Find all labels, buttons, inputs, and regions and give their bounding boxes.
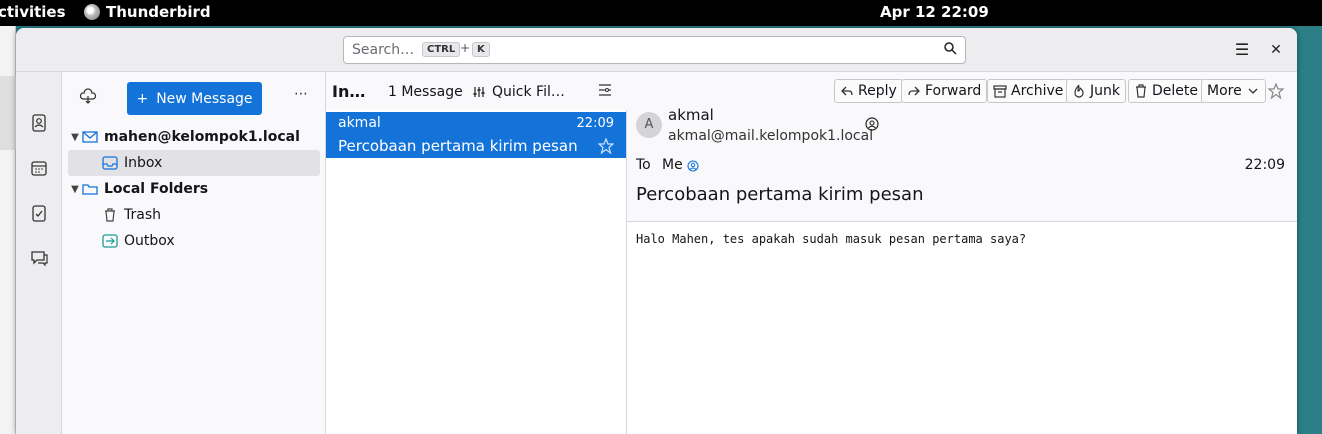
list-options-icon[interactable] xyxy=(597,82,613,98)
message-reader-pane: Reply Forward Archive Junk Delete More A… xyxy=(627,72,1297,434)
junk-button[interactable]: Junk xyxy=(1066,79,1126,103)
search-input[interactable]: Search… CTRL + K xyxy=(343,36,966,64)
local-folders-label: Local Folders xyxy=(104,181,209,197)
reply-icon xyxy=(841,86,853,96)
more-button[interactable]: More xyxy=(1201,79,1266,103)
spaces-toolbar xyxy=(16,72,62,434)
folder-outbox[interactable]: Outbox xyxy=(68,228,320,254)
account-row[interactable]: ▼ mahen@kelompok1.local xyxy=(68,124,320,150)
new-message-button[interactable]: + New Message xyxy=(127,82,262,115)
thunderbird-logo-icon xyxy=(84,4,100,20)
app-name: Thunderbird xyxy=(106,3,211,21)
message-header: Reply Forward Archive Junk Delete More A… xyxy=(627,72,1297,222)
background-window xyxy=(0,26,16,434)
activities-button[interactable]: ctivities xyxy=(0,3,66,21)
calendar-icon xyxy=(31,161,47,176)
get-messages-icon[interactable] xyxy=(79,88,97,106)
reply-label: Reply xyxy=(858,83,897,99)
contact-icon xyxy=(687,160,699,172)
plus-icon: + xyxy=(136,90,149,107)
forward-button[interactable]: Forward xyxy=(901,79,988,103)
trash-icon xyxy=(1136,84,1146,98)
archive-icon xyxy=(993,85,1007,98)
archive-button[interactable]: Archive xyxy=(987,79,1070,103)
quick-filter-label: Quick Fil… xyxy=(492,84,565,100)
background-highlight xyxy=(0,76,16,150)
address-book-button[interactable] xyxy=(29,113,49,133)
sender-name[interactable]: akmal xyxy=(668,106,714,124)
message-list-pane: In… 1 Message Quick Fil… akmal 22:09 Per… xyxy=(326,72,627,434)
message-list-header: In… 1 Message Quick Fil… xyxy=(326,72,627,110)
quick-filter-button[interactable]: Quick Fil… xyxy=(472,84,565,100)
app-menu-button[interactable]: ☰ xyxy=(1232,40,1252,60)
forward-label: Forward xyxy=(925,83,982,99)
inbox-icon xyxy=(102,156,118,170)
chat-button[interactable] xyxy=(29,248,49,268)
junk-fire-icon xyxy=(1074,84,1084,98)
account-mail-icon xyxy=(82,131,98,143)
more-label: More xyxy=(1207,83,1242,99)
system-top-bar: ctivities Thunderbird Apr 12 22:09 xyxy=(0,0,1322,26)
sender-email[interactable]: akmal@mail.kelompok1.local xyxy=(668,128,873,144)
search-placeholder: Search… xyxy=(352,42,415,58)
thunderbird-window: Search… CTRL + K ☰ ✕ + New Message ⋯ ▼ m… xyxy=(16,28,1297,434)
delete-button[interactable]: Delete xyxy=(1128,79,1204,103)
message-time: 22:09 xyxy=(576,116,614,131)
message-count: 1 Message xyxy=(388,84,463,100)
message-sender: akmal xyxy=(338,115,381,131)
tasks-button[interactable] xyxy=(29,203,49,223)
chevron-down-icon xyxy=(1248,88,1258,94)
shortcut-key-ctrl: CTRL xyxy=(422,42,461,57)
archive-label: Archive xyxy=(1011,83,1064,99)
chevron-down-icon[interactable]: ▼ xyxy=(68,132,82,143)
local-folders-row[interactable]: ▼ Local Folders xyxy=(68,176,320,202)
folder-label: Outbox xyxy=(124,233,175,249)
folder-inbox[interactable]: Inbox xyxy=(68,150,320,176)
message-body: Halo Mahen, tes apakah sudah masuk pesan… xyxy=(636,232,1027,246)
star-icon[interactable] xyxy=(598,138,614,154)
add-contact-icon[interactable] xyxy=(865,117,879,131)
shortcut-key-k: K xyxy=(472,42,490,57)
folder-pane-more-button[interactable]: ⋯ xyxy=(294,86,308,102)
reply-button[interactable]: Reply xyxy=(834,79,903,103)
message-row[interactable]: akmal 22:09 Percobaan pertama kirim pesa… xyxy=(326,112,626,158)
delete-label: Delete xyxy=(1152,83,1198,99)
trash-icon xyxy=(105,208,115,222)
folder-label: Inbox xyxy=(124,155,163,171)
account-name: mahen@kelompok1.local xyxy=(104,129,300,145)
new-message-label: New Message xyxy=(156,90,253,107)
clock[interactable]: Apr 12 22:09 xyxy=(880,3,989,21)
message-date: 22:09 xyxy=(1244,157,1285,173)
tasks-icon xyxy=(32,205,46,222)
folder-trash[interactable]: Trash xyxy=(68,202,320,228)
forward-icon xyxy=(908,86,920,96)
title-bar: Search… CTRL + K ☰ ✕ xyxy=(16,28,1297,72)
outbox-icon xyxy=(102,234,118,248)
junk-label: Junk xyxy=(1090,83,1120,99)
message-subject: Percobaan pertama kirim pesan xyxy=(338,137,578,155)
to-label: To xyxy=(636,157,651,173)
shortcut-plus: + xyxy=(460,41,471,55)
address-book-icon xyxy=(32,114,46,132)
folder-label: Trash xyxy=(124,207,161,223)
search-icon xyxy=(944,42,957,55)
current-folder-name: In… xyxy=(332,82,366,101)
star-icon[interactable] xyxy=(1268,83,1284,99)
calendar-button[interactable] xyxy=(29,158,49,178)
filter-icon xyxy=(473,87,485,97)
folder-pane: + New Message ⋯ ▼ mahen@kelompok1.local … xyxy=(62,72,326,434)
recipient[interactable]: Me xyxy=(662,157,683,173)
chat-icon xyxy=(31,251,48,267)
folder-icon xyxy=(82,184,98,195)
avatar: A xyxy=(636,112,662,138)
message-subject-heading: Percobaan pertama kirim pesan xyxy=(636,184,924,205)
app-menu[interactable]: Thunderbird xyxy=(84,3,211,21)
close-window-button[interactable]: ✕ xyxy=(1266,40,1286,60)
chevron-down-icon[interactable]: ▼ xyxy=(68,184,82,195)
